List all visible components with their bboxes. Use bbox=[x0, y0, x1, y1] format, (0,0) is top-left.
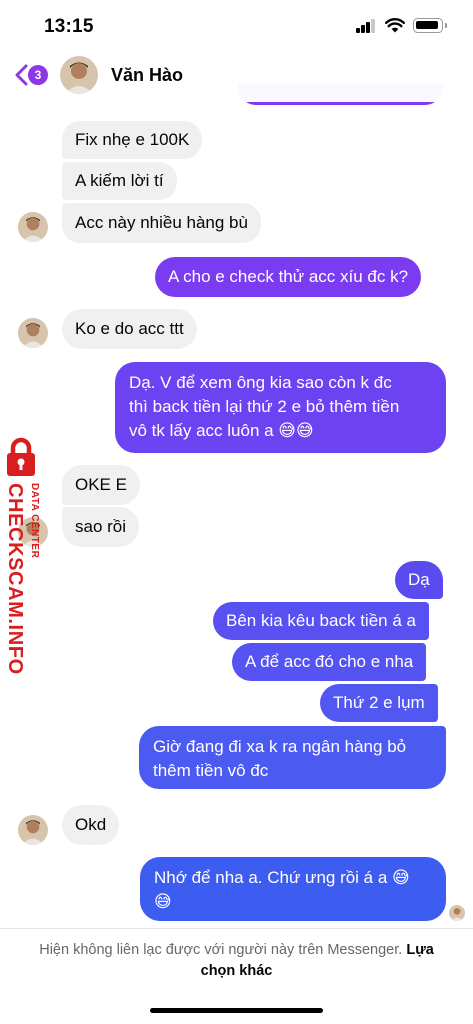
message-incoming[interactable]: Okd bbox=[62, 805, 120, 845]
cellular-signal-icon bbox=[356, 19, 376, 33]
message-incoming[interactable]: Acc này nhiều hàng bù bbox=[62, 203, 261, 243]
sender-avatar[interactable] bbox=[18, 318, 48, 348]
status-time: 13:15 bbox=[44, 16, 94, 37]
message-outgoing[interactable]: Dạ. V để xem ông kia sao còn k đc thì ba… bbox=[115, 362, 446, 453]
message-incoming[interactable]: OKE E bbox=[62, 465, 140, 505]
message-text-line: thì back tiền lại thứ 2 e bỏ thêm tiền bbox=[129, 397, 400, 416]
message-incoming[interactable]: Ko e do acc ttt bbox=[62, 309, 197, 349]
watermark-sub: DATA CENTER bbox=[28, 483, 42, 583]
message-text: Fix nhẹ e 100K bbox=[75, 130, 190, 149]
message-text: A kiếm lời tí bbox=[75, 171, 164, 190]
wifi-icon bbox=[385, 18, 405, 33]
sender-avatar[interactable] bbox=[18, 212, 48, 242]
message-text: Bên kia kêu back tiền á a bbox=[226, 611, 416, 630]
sender-avatar[interactable] bbox=[18, 815, 48, 845]
message-text-line: thêm tiền vô đc bbox=[153, 761, 269, 780]
footer-divider bbox=[0, 928, 473, 929]
message-text: Acc này nhiều hàng bù bbox=[75, 213, 248, 232]
message-outgoing[interactable]: A để acc đó cho e nha bbox=[232, 643, 427, 681]
watermark-brand: CHECKSCAM.INFO bbox=[4, 483, 26, 675]
message-text: A để acc đó cho e nha bbox=[245, 652, 414, 671]
message-text: A cho e check thử acc xíu đc k? bbox=[168, 267, 409, 286]
message-text-line: vô tk lấy acc luôn a 😅😅 bbox=[129, 421, 314, 440]
message-outgoing[interactable]: A cho e check thử acc xíu đc k? bbox=[155, 257, 422, 297]
message-incoming[interactable]: A kiếm lời tí bbox=[62, 162, 177, 200]
message-outgoing[interactable]: Bên kia kêu back tiền á a bbox=[213, 602, 429, 640]
message-outgoing[interactable]: Nhớ để nha a. Chứ ưng rồi á a 😅 😅 bbox=[140, 857, 446, 921]
message-incoming[interactable]: Fix nhẹ e 100K bbox=[62, 121, 203, 159]
contact-name[interactable]: Văn Hào bbox=[111, 65, 183, 86]
message-text: Dạ bbox=[408, 570, 430, 589]
watermark-brand-text: CHECKSCAM.INFO bbox=[4, 483, 26, 675]
battery-icon bbox=[413, 18, 443, 33]
message-text: Okd bbox=[75, 815, 107, 834]
message-outgoing[interactable]: Giờ đang đi xa k ra ngân hàng bỏ thêm ti… bbox=[139, 726, 446, 789]
message-text-line: 😅 bbox=[154, 892, 172, 911]
message-text-line: Giờ đang đi xa k ra ngân hàng bỏ bbox=[153, 737, 407, 756]
home-indicator[interactable] bbox=[150, 1008, 323, 1013]
notice-text: Hiện không liên lạc được với người này t… bbox=[39, 942, 403, 958]
message-text: OKE E bbox=[75, 475, 127, 494]
message-outgoing[interactable]: Dạ bbox=[395, 561, 443, 599]
contact-avatar[interactable] bbox=[60, 56, 98, 94]
message-outgoing[interactable]: Thứ 2 e lụm bbox=[320, 684, 438, 722]
message-text: Ko e do acc ttt bbox=[75, 319, 184, 338]
message-text: sao rồi bbox=[75, 517, 127, 536]
chat-header: 3 Văn Hào bbox=[0, 50, 473, 102]
message-text-line: Nhớ để nha a. Chứ ưng rồi á a 😅 bbox=[154, 868, 410, 887]
checkscam-watermark: CHECKSCAM.INFO DATA CENTER bbox=[2, 435, 48, 675]
unavailable-notice: Hiện không liên lạc được với người này t… bbox=[20, 940, 453, 982]
seen-avatar bbox=[449, 905, 465, 921]
lock-icon bbox=[7, 437, 35, 476]
status-bar: 13:15 bbox=[0, 0, 473, 50]
unread-badge[interactable]: 3 bbox=[28, 65, 48, 85]
message-text: Thứ 2 e lụm bbox=[333, 693, 425, 712]
message-text-line: Dạ. V để xem ông kia sao còn k đc bbox=[129, 373, 392, 392]
message-incoming[interactable]: sao rồi bbox=[62, 507, 140, 547]
watermark-sub-text: DATA CENTER bbox=[29, 483, 40, 559]
